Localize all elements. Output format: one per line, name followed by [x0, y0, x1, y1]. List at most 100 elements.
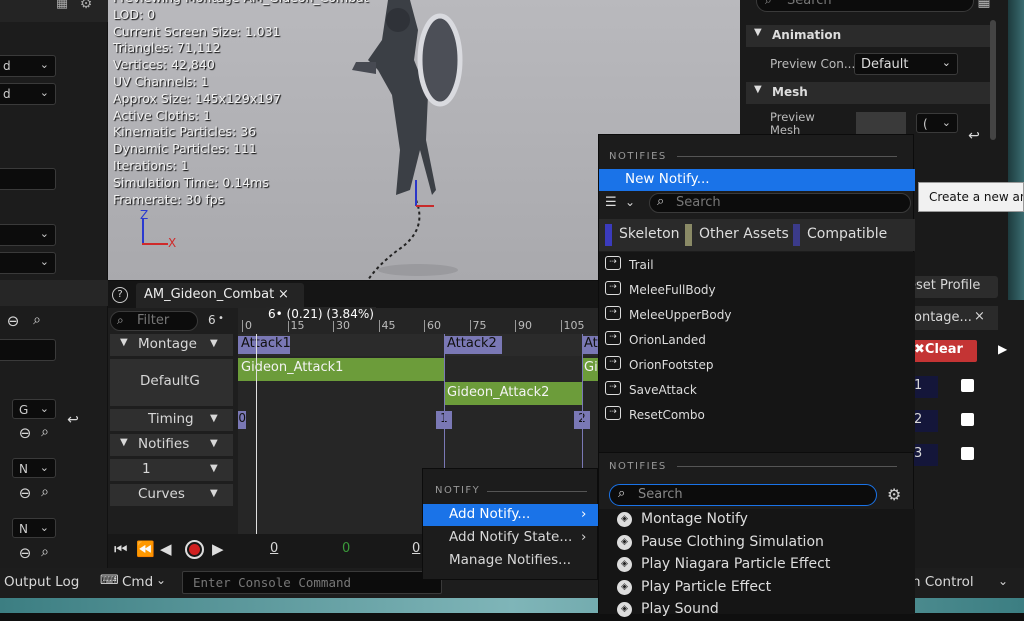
preview-controller-dropdown[interactable]: Default ⌄	[854, 53, 958, 75]
section-row-3-checkbox[interactable]	[961, 447, 974, 460]
play-icon[interactable]: ▶	[998, 342, 1007, 356]
console-input[interactable]: Enter Console Command	[182, 571, 442, 594]
track-curves[interactable]: Curves ▼	[110, 484, 233, 506]
help-icon[interactable]: ?	[112, 287, 128, 303]
skeleton-notify-item[interactable]: ⇢ MeleeUpperBody	[599, 304, 915, 328]
class-notify-item[interactable]: ◈ Play Particle Effect	[599, 577, 915, 599]
segment-gideon-attack2[interactable]: Gideon_Attack2	[444, 382, 582, 405]
section-row-1-checkbox[interactable]	[961, 379, 974, 392]
track-notifies[interactable]: ▼ Notifies ▼	[110, 434, 233, 456]
n-dropdown-1[interactable]: N ⌄	[12, 458, 56, 478]
close-icon[interactable]: ×	[974, 309, 985, 324]
class-notifies-search[interactable]: ⌕ Search	[609, 484, 877, 506]
section-attack3[interactable]: At	[582, 336, 598, 354]
left-dropdown-3[interactable]: ⌄	[0, 224, 56, 246]
play-icon[interactable]: ▶	[212, 540, 224, 558]
browse-icon[interactable]: ⌕	[36, 484, 54, 500]
dropdown-arrow-icon[interactable]: ▼	[210, 338, 218, 349]
grid-icon[interactable]: ▦	[976, 0, 992, 10]
skip-start-icon[interactable]: ⏮	[114, 540, 128, 558]
add-notify-state-item[interactable]: Add Notify State... ›	[423, 527, 599, 549]
class-notify-item[interactable]: ◈ Pause Clothing Simulation	[599, 532, 915, 554]
skeleton-notify-item[interactable]: ⇢ OrionFootstep	[599, 354, 915, 378]
filter-compatible[interactable]: Compatible	[793, 224, 887, 246]
clear-button[interactable]: ✖Clear	[912, 340, 977, 362]
revision-control-label[interactable]: n Control	[912, 574, 974, 590]
section-attack1[interactable]: Attack1	[238, 336, 291, 354]
filter-skeleton[interactable]: Skeleton	[605, 224, 680, 246]
play-reverse-icon[interactable]: ◀	[160, 540, 172, 558]
left-field-1[interactable]	[0, 168, 56, 190]
gear-icon[interactable]: ⚙	[78, 0, 94, 12]
add-notify-label: Add Notify...	[449, 506, 531, 522]
details-search[interactable]: ⌕ Search	[756, 0, 974, 12]
skeleton-notify-item[interactable]: ⇢ MeleeFullBody	[599, 279, 915, 303]
segment-gideon-attack3[interactable]: Gi	[582, 358, 598, 381]
track-montage[interactable]: ▼ Montage ▼	[110, 334, 233, 356]
playhead-line[interactable]	[256, 334, 257, 534]
add-notify-item[interactable]: Add Notify... ›	[423, 504, 599, 526]
dropdown-arrow-icon[interactable]: ▼	[210, 488, 218, 499]
reset-icon[interactable]: ⊖	[16, 544, 34, 562]
left-field-2[interactable]	[0, 339, 56, 361]
step-back-icon[interactable]: ⏪	[136, 540, 155, 558]
track-notify-1[interactable]: 1 ▼	[110, 459, 233, 481]
left-dropdown-1[interactable]: d ⌄	[0, 55, 56, 77]
cmd-dropdown[interactable]: ⌨ Cmd ⌄	[98, 572, 172, 594]
dropdown-arrow-icon[interactable]: ▼	[210, 438, 218, 449]
dropdown-arrow-icon[interactable]: ▼	[210, 463, 218, 474]
reset-icon[interactable]: ⊖	[4, 312, 22, 330]
axis-z-label: Z	[140, 208, 149, 222]
track-filter[interactable]: ⌕ Filter	[110, 311, 198, 331]
section-attack2[interactable]: Attack2	[444, 336, 502, 354]
undo-icon[interactable]: ↩	[64, 412, 82, 428]
animation-category[interactable]: ▼ Animation	[746, 25, 990, 47]
reset-icon[interactable]: ⊖	[16, 424, 34, 442]
track-slot[interactable]: DefaultG	[110, 359, 233, 406]
class-notify-label: Play Particle Effect	[641, 578, 772, 595]
reset-icon[interactable]: ⊖	[16, 484, 34, 502]
undo-icon[interactable]: ↩	[966, 128, 982, 144]
chevron-down-icon[interactable]: ⌄	[625, 195, 635, 209]
montage-sections-tab-label: ontage...	[914, 310, 972, 325]
notifies-search[interactable]: ⌕ Search	[649, 193, 911, 213]
new-notify-item[interactable]: New Notify...	[599, 169, 915, 191]
record-button[interactable]	[185, 540, 204, 559]
output-log-button[interactable]: Output Log	[4, 574, 79, 590]
skeleton-notify-item[interactable]: ⇢ ResetCombo	[599, 404, 915, 428]
skeleton-notify-item[interactable]: ⇢ SaveAttack	[599, 379, 915, 403]
left-dropdown-2[interactable]: d ⌄	[0, 83, 56, 105]
reset-profile-button[interactable]: eset Profile	[908, 276, 998, 298]
segment-gideon-attack1[interactable]: Gideon_Attack1	[238, 358, 444, 381]
time-ruler[interactable]: 6• (0.21) (3.84%) 0 15 30 45 60 75 90 105	[238, 307, 598, 334]
g-dropdown[interactable]: G ⌄	[12, 399, 56, 419]
grid-icon[interactable]: ▦	[54, 0, 70, 12]
dropdown-arrow-icon[interactable]: ▼	[210, 413, 218, 424]
section-row-1[interactable]: 1	[912, 376, 938, 398]
filter-icon[interactable]: ☰	[605, 195, 617, 210]
manage-notifies-item[interactable]: Manage Notifies...	[423, 550, 599, 572]
section-row-2[interactable]: 2	[912, 410, 938, 432]
skeleton-notify-item[interactable]: ⇢ Trail	[599, 254, 915, 278]
preview-mesh-dropdown[interactable]: (⌄	[916, 113, 958, 133]
browse-icon[interactable]: ⌕	[36, 544, 54, 560]
details-scrollbar[interactable]	[990, 20, 996, 140]
browse-icon[interactable]: ⌕	[36, 424, 54, 440]
section-row-2-checkbox[interactable]	[961, 413, 974, 426]
n-dropdown-2[interactable]: N ⌄	[12, 518, 56, 538]
filter-other-assets[interactable]: Other Assets	[685, 224, 789, 246]
class-notify-item[interactable]: ◈ Play Sound	[599, 599, 915, 621]
left-dropdown-4[interactable]: ⌄	[0, 252, 56, 274]
class-notify-item[interactable]: ◈ Montage Notify	[599, 509, 915, 531]
section-row-3[interactable]: 3	[912, 444, 938, 466]
close-icon[interactable]: ×	[278, 287, 289, 302]
class-notify-item[interactable]: ◈ Play Niagara Particle Effect	[599, 554, 915, 576]
settings-gear-icon[interactable]: ⚙	[887, 485, 901, 504]
montage-sections-tab[interactable]: ontage... ×	[912, 306, 998, 330]
skeleton-notify-item[interactable]: ⇢ OrionLanded	[599, 329, 915, 353]
track-timing[interactable]: Timing ▼	[110, 409, 233, 431]
browse-icon[interactable]: ⌕	[28, 312, 46, 328]
mesh-category[interactable]: ▼ Mesh	[746, 82, 990, 104]
timing-marker-0[interactable]: 0	[238, 411, 246, 429]
anim-tab[interactable]: AM_Gideon_Combat ×	[136, 283, 304, 308]
